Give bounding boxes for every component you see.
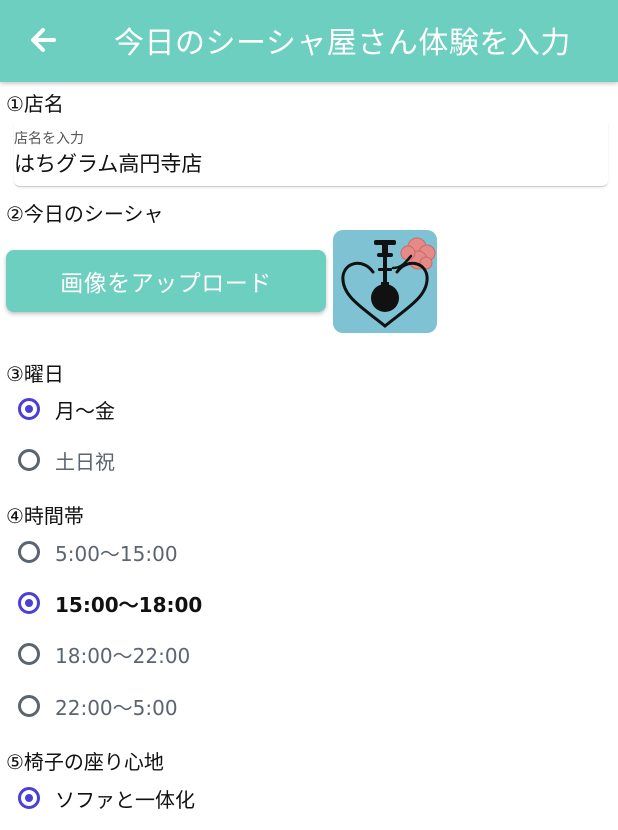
time-option-label: 15:00～18:00 <box>55 592 203 617</box>
radio-unselected-icon[interactable] <box>18 695 40 717</box>
radio-unselected-icon[interactable] <box>18 643 40 665</box>
shisha-thumbnail <box>333 230 437 333</box>
app-header: 今日のシーシャ屋さん体験を入力 <box>0 0 618 82</box>
day-option-label: 土日祝 <box>55 449 115 474</box>
radio-unselected-icon[interactable] <box>18 541 40 563</box>
day-radio-weekday[interactable]: 月～金 <box>18 394 115 424</box>
time-radio-18-22[interactable]: 18:00～22:00 <box>18 639 190 669</box>
radio-selected-icon[interactable] <box>18 592 40 614</box>
chair-option-label: ソファと一体化 <box>55 787 195 812</box>
time-section-title: ④時間帯 <box>6 504 84 528</box>
hookah-heart-icon <box>341 237 436 328</box>
upload-image-button[interactable]: 画像をアップロード <box>6 250 326 312</box>
store-name-value[interactable]: はちグラム高円寺店 <box>14 148 202 178</box>
page-title: 今日のシーシャ屋さん体験を入力 <box>114 26 571 61</box>
time-option-label: 22:00～5:00 <box>55 695 178 720</box>
radio-selected-icon[interactable] <box>18 398 40 420</box>
time-option-label: 5:00～15:00 <box>55 541 178 566</box>
day-section-title: ③曜日 <box>6 362 64 386</box>
time-radio-15-18[interactable]: 15:00～18:00 <box>18 588 202 618</box>
store-name-label: 店名を入力 <box>14 131 84 147</box>
radio-selected-icon[interactable] <box>18 787 40 809</box>
chair-radio-sofa[interactable]: ソファと一体化 <box>18 783 195 813</box>
shisha-section-title: ②今日のシーシャ <box>6 202 164 226</box>
store-section-title: ①店名 <box>6 92 64 116</box>
arrow-left-icon[interactable] <box>24 20 68 60</box>
time-radio-22-5[interactable]: 22:00～5:00 <box>18 691 178 721</box>
day-option-label: 月～金 <box>55 398 115 423</box>
radio-unselected-icon[interactable] <box>18 449 40 471</box>
chair-section-title: ⑤椅子の座り心地 <box>6 750 164 774</box>
store-name-field[interactable]: 店名を入力 はちグラム高円寺店 <box>14 122 608 187</box>
time-radio-5-15[interactable]: 5:00～15:00 <box>18 537 178 567</box>
day-radio-weekend[interactable]: 土日祝 <box>18 445 115 475</box>
time-option-label: 18:00～22:00 <box>55 643 191 668</box>
